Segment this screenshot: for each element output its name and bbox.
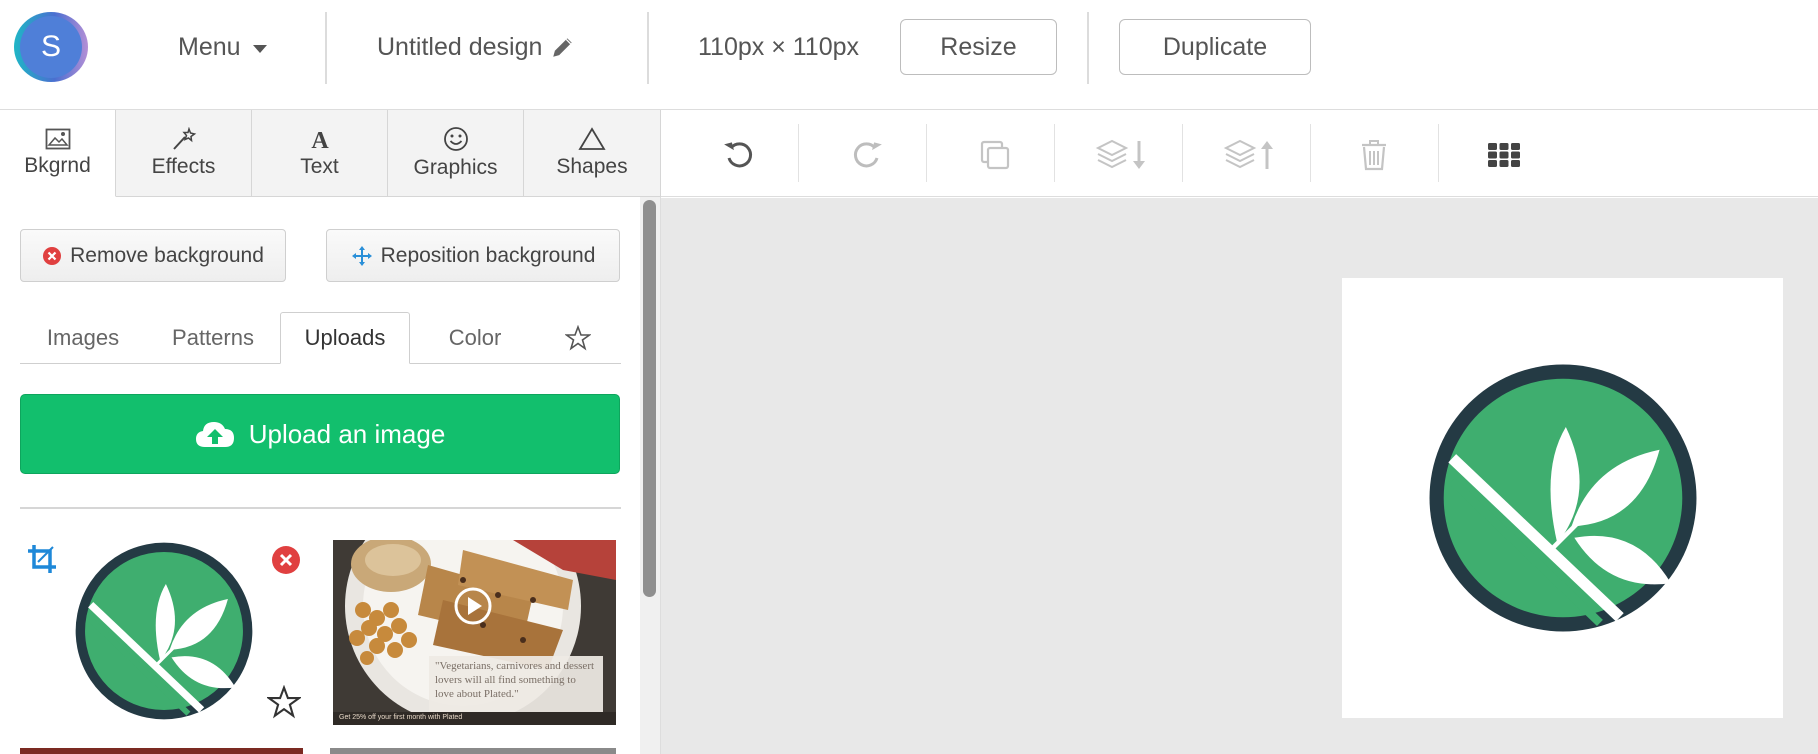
divider [647,12,649,84]
thumbnail-peek [330,748,616,754]
divider [1182,124,1183,182]
subtab-favorites[interactable] [548,312,608,363]
tab-label: Effects [151,155,216,178]
trash-icon [1362,140,1386,171]
tool-tabs: Bkgrnd Effects A Text Graphics Shapes [0,110,661,197]
menu-button[interactable]: Menu [178,0,267,94]
design-dimensions: 110px × 110px [698,32,860,61]
cloud-upload-icon [195,422,234,447]
divider [20,507,621,509]
smiley-icon [443,127,468,151]
tab-shapes[interactable]: Shapes [524,110,661,197]
avatar[interactable]: S [14,12,92,82]
tab-label: Bkgrnd [24,154,91,177]
top-bar: S Menu Untitled design 110px × 110px Res… [0,0,1818,110]
redo-icon [853,142,882,168]
move-arrows-icon [351,245,372,266]
thumbnail-caption: "Vegetarians, carnivores and dessert lov… [435,660,595,700]
subtab-uploads[interactable]: Uploads [280,312,410,364]
divider [798,124,799,182]
bring-forward-button[interactable] [1219,132,1285,178]
canvas-toolbar [661,110,1818,197]
pencil-icon [553,38,573,57]
subtab-patterns[interactable]: Patterns [146,312,280,363]
grid-icon [1488,143,1520,167]
copy-icon [980,140,1010,170]
canvas-workspace[interactable] [661,198,1818,754]
text-icon: A [311,128,329,151]
background-subtabs: Images Patterns Uploads Color [20,312,621,364]
subtab-color[interactable]: Color [410,312,540,363]
remove-upload-icon[interactable] [271,545,301,575]
background-panel: Remove background Reposition background … [0,197,661,754]
upload-image-label: Upload an image [248,418,446,449]
remove-background-label: Remove background [70,243,264,267]
grid-button[interactable] [1479,132,1529,178]
star-icon[interactable] [267,685,301,719]
avatar-initial: S [20,16,82,78]
crop-icon[interactable] [26,543,58,575]
delete-button[interactable] [1349,132,1399,178]
resize-button[interactable]: Resize [900,19,1057,75]
undo-button[interactable] [714,132,764,178]
tab-label: Text [300,155,339,178]
divider [1087,12,1089,84]
divider [325,12,327,84]
send-backward-button[interactable] [1091,132,1157,178]
image-icon [45,128,70,150]
menu-label: Menu [178,32,241,61]
tab-effects[interactable]: Effects [116,110,252,197]
logo-thumbnail [75,542,253,720]
divider [926,124,927,182]
thumbnail-peek [20,748,303,754]
reposition-background-label: Reposition background [380,243,596,267]
subtab-images[interactable]: Images [20,312,146,363]
design-logo[interactable] [1421,356,1705,640]
star-icon [565,324,591,350]
upload-image-button[interactable]: Upload an image [20,394,620,474]
chevron-down-icon [252,44,267,53]
undo-icon [724,142,753,168]
uploaded-image-logo[interactable] [20,537,304,731]
design-title-text: Untitled design [377,32,543,61]
uploaded-image-food[interactable]: "Vegetarians, carnivores and dessert lov… [333,540,616,725]
magic-wand-icon [172,127,196,150]
copy-button[interactable] [970,132,1020,178]
redo-button[interactable] [842,132,892,178]
divider [1310,124,1311,182]
tab-label: Graphics [413,156,498,179]
tab-background[interactable]: Bkgrnd [0,110,116,197]
svg-text:A: A [311,128,329,151]
design-title[interactable]: Untitled design [377,0,576,94]
divider [1054,124,1055,182]
bring-forward-icon [1223,139,1273,169]
remove-background-button[interactable]: Remove background [20,229,286,282]
reposition-background-button[interactable]: Reposition background [326,229,620,282]
divider [1438,124,1439,182]
design-canvas[interactable] [1342,278,1783,718]
tab-graphics[interactable]: Graphics [388,110,524,197]
remove-icon [43,246,62,265]
panel-scrollbar-thumb[interactable] [643,200,656,597]
tab-text[interactable]: A Text [252,110,388,197]
tab-label: Shapes [556,155,628,178]
send-backward-icon [1095,139,1145,169]
duplicate-button[interactable]: Duplicate [1119,19,1311,75]
triangle-icon [578,127,606,150]
thumbnail-footer: Get 25% off your first month with Plated [339,714,463,721]
